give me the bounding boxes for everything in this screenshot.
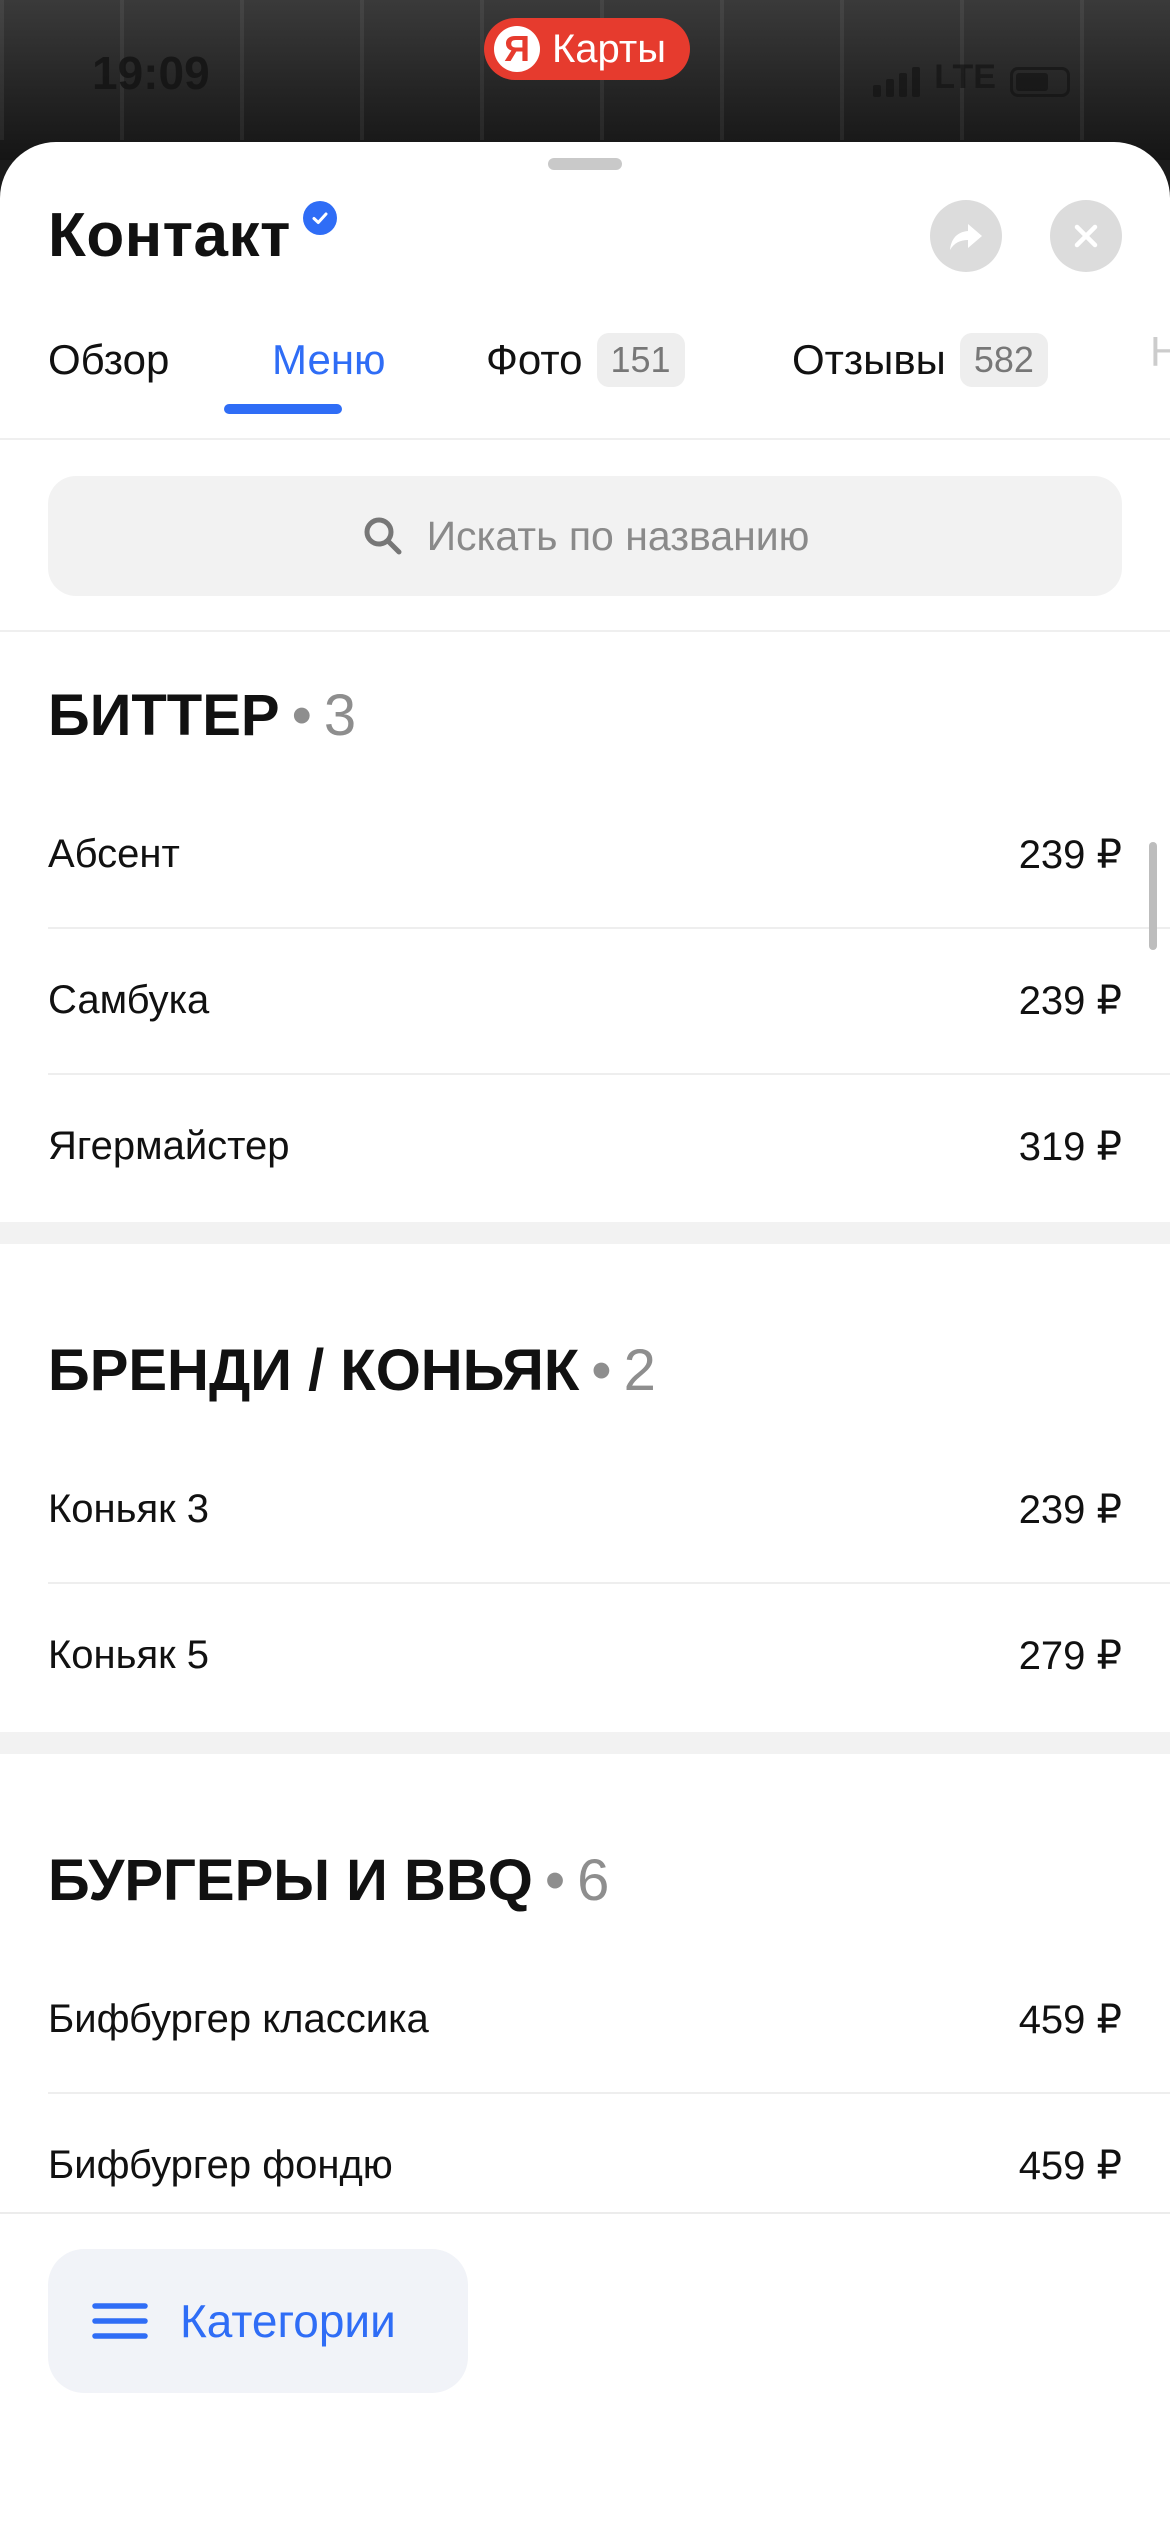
section-title: БРЕНДИ / КОНЬЯК	[48, 1338, 580, 1403]
tab-label: Обзор	[48, 336, 170, 383]
status-bar: 19:09 Я Карты LTE	[0, 0, 1170, 160]
section-header: БУРГЕРЫ И BBQ • 6	[48, 1847, 609, 1914]
tab-label: Отзывы	[792, 336, 946, 383]
close-icon	[1074, 224, 1098, 248]
item-name: Абсент	[48, 832, 180, 876]
section-header: БРЕНДИ / КОНЬЯК • 2	[48, 1337, 656, 1404]
item-price: 239 ₽	[1018, 1487, 1122, 1532]
menu-item[interactable]: Коньяк 3 239 ₽	[48, 1437, 1122, 1582]
section-dot: •	[591, 1338, 612, 1403]
scrollbar[interactable]	[1149, 842, 1157, 950]
search-placeholder: Искать по названию	[426, 512, 810, 559]
menu-item[interactable]: Абсент 239 ₽	[48, 782, 1122, 927]
item-price: 239 ₽	[1018, 978, 1122, 1023]
item-name: Бифбургер фондю	[48, 2143, 393, 2187]
section-count: 3	[323, 683, 357, 748]
item-name: Коньяк 5	[48, 1633, 209, 1677]
item-price: 319 ₽	[1018, 1124, 1122, 1169]
item-name: Коньяк 3	[48, 1487, 209, 1531]
section-header: БИТТЕР • 3	[48, 682, 356, 749]
photos-count-badge: 151	[596, 333, 685, 387]
section-count: 2	[623, 1338, 656, 1403]
section-count: 6	[577, 1848, 610, 1913]
reviews-count-badge: 582	[959, 333, 1048, 387]
app-brand-pill: Я Карты	[484, 18, 690, 80]
tab-label: Фото	[486, 336, 583, 383]
search-icon	[364, 517, 402, 555]
item-price: 459 ₽	[1018, 2143, 1122, 2188]
item-name: Бифбургер классика	[48, 1997, 429, 2041]
tab-next-partial[interactable]: Н	[1150, 328, 1170, 376]
section-separator	[0, 1732, 1170, 1754]
bottom-divider	[0, 2212, 1170, 2214]
item-price: 459 ₽	[1018, 1997, 1122, 2042]
item-name: Самбука	[48, 978, 210, 1022]
signal-icon	[873, 67, 921, 97]
yandex-logo-icon: Я	[494, 26, 540, 72]
section-dot: •	[291, 683, 312, 748]
place-header: Контакт	[48, 200, 337, 271]
menu-item[interactable]: Бифбургер классика 459 ₽	[48, 1947, 1122, 2092]
tab-label: Меню	[272, 336, 386, 383]
section-separator	[0, 1222, 1170, 1244]
tabs-divider	[0, 438, 1170, 440]
menu-item[interactable]: Самбука 239 ₽	[48, 928, 1122, 1073]
menu-item[interactable]: Коньяк 5 279 ₽	[48, 1583, 1122, 1728]
brand-name: Карты	[552, 26, 666, 71]
menu-search-input[interactable]: Искать по названию	[48, 476, 1122, 596]
tab-menu[interactable]: Меню	[272, 328, 386, 392]
status-time: 19:09	[92, 47, 210, 99]
share-button[interactable]	[930, 200, 1002, 272]
share-arrow-icon	[950, 224, 982, 250]
status-indicators: LTE	[873, 58, 1070, 97]
place-title: Контакт	[48, 201, 291, 270]
sheet-grabber[interactable]	[548, 158, 622, 170]
battery-icon	[1010, 67, 1070, 97]
section-dot: •	[544, 1848, 566, 1913]
tab-reviews[interactable]: Отзывы 582	[792, 328, 1048, 392]
place-card-sheet: Контакт Обзор Меню Фото 151 Отзывы 582 Н	[0, 142, 1170, 2532]
tab-photos[interactable]: Фото 151	[486, 328, 685, 392]
menu-item[interactable]: Ягермайстер 319 ₽	[48, 1074, 1122, 1219]
verified-badge-icon	[302, 200, 337, 235]
section-title: БИТТЕР	[48, 683, 280, 748]
network-type: LTE	[934, 58, 996, 96]
tab-overview[interactable]: Обзор	[48, 328, 169, 392]
close-button[interactable]	[1050, 200, 1122, 272]
item-price: 279 ₽	[1018, 1633, 1122, 1678]
item-name: Ягермайстер	[48, 1124, 290, 1168]
active-tab-indicator	[224, 404, 342, 414]
section-title: БУРГЕРЫ И BBQ	[48, 1848, 533, 1913]
item-price: 239 ₽	[1018, 832, 1122, 877]
categories-label: Категории	[180, 2295, 396, 2347]
categories-button[interactable]: Категории	[48, 2249, 468, 2393]
menu-lines-icon	[92, 2303, 148, 2339]
search-divider	[0, 630, 1170, 632]
